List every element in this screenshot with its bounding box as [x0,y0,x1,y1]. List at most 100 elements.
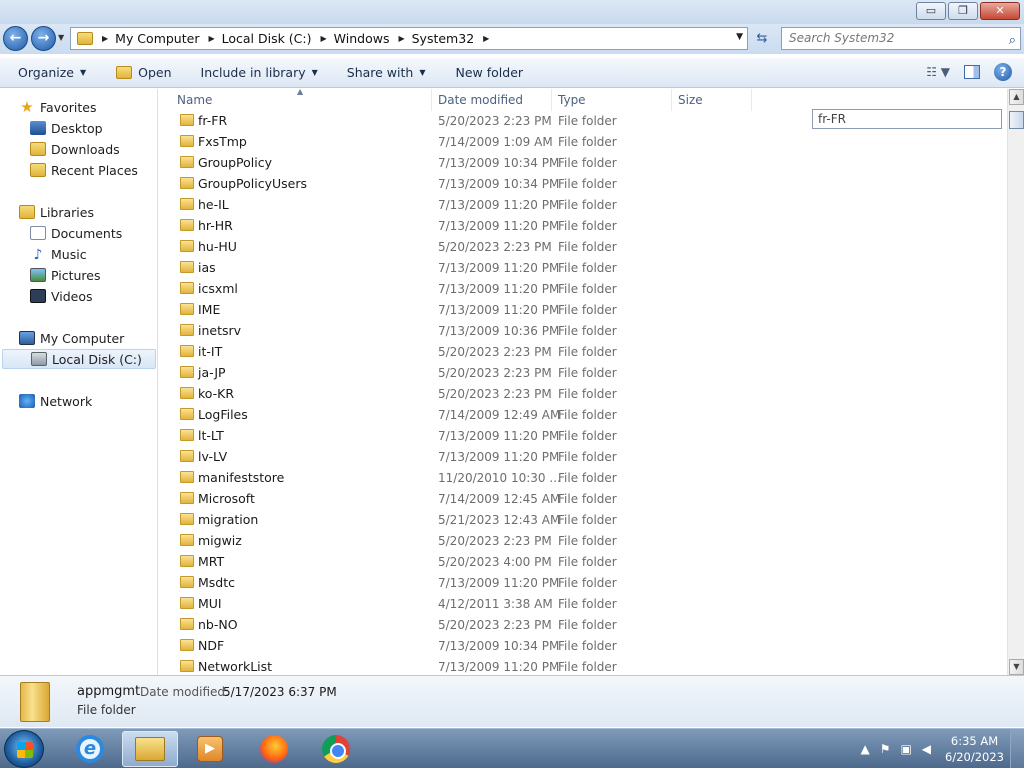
forward-button[interactable]: → [31,26,56,51]
breadcrumb-chevron-icon[interactable]: ▶ [102,34,108,43]
file-date-modified: 7/14/2009 1:09 AM [438,134,553,149]
table-row[interactable]: fr-FR 5/20/2023 2:23 PM File folder [159,110,759,131]
table-row[interactable]: it-IT 5/20/2023 2:23 PM File folder [159,341,759,362]
file-type: File folder [558,218,617,233]
table-row[interactable]: migration 5/21/2023 12:43 AM File folder [159,509,759,530]
table-row[interactable]: hr-HR 7/13/2009 11:20 PM File folder [159,215,759,236]
recent-pages-dropdown[interactable]: ▼ [58,33,64,42]
taskbar-windows-explorer[interactable] [122,731,178,767]
breadcrumb-my-computer[interactable]: My Computer ▶ [115,31,221,46]
volume-icon[interactable]: ◀ [922,742,931,756]
table-row[interactable]: GroupPolicy 7/13/2009 10:34 PM File folder [159,152,759,173]
nav-libraries[interactable]: Libraries [19,202,94,222]
table-row[interactable]: hu-HU 5/20/2023 2:23 PM File folder [159,236,759,257]
new-folder-button[interactable]: New folder [456,65,524,80]
open-button[interactable]: Open [116,65,172,80]
address-history-dropdown[interactable]: ▼ [736,32,743,42]
include-in-library-button[interactable]: Include in library ▼ [201,65,318,80]
search-input[interactable]: Search System32 ⌕ [781,27,1021,50]
folder-icon [180,618,194,630]
nav-videos[interactable]: Videos [30,286,93,306]
table-row[interactable]: NetworkList 7/13/2009 11:20 PM File folder [159,656,759,675]
taskbar-internet-explorer[interactable]: e [62,731,118,767]
folder-icon [180,450,194,462]
network-status-icon[interactable]: ▣ [900,742,911,756]
table-row[interactable]: lv-LV 7/13/2009 11:20 PM File folder [159,446,759,467]
breadcrumb-chevron-icon[interactable]: ▶ [321,34,327,43]
table-row[interactable]: icsxml 7/13/2009 11:20 PM File folder [159,278,759,299]
column-header-size[interactable]: Size [672,89,752,111]
nav-local-disk[interactable]: Local Disk (C:) [2,349,156,369]
breadcrumb-local-disk[interactable]: Local Disk (C:) ▶ [222,31,334,46]
column-header-name[interactable]: Name ▲ [159,89,432,111]
table-row[interactable]: inetsrv 7/13/2009 10:36 PM File folder [159,320,759,341]
refresh-button[interactable]: ⇆ [752,29,772,49]
start-button[interactable] [4,730,44,768]
change-view-button[interactable]: ☷ ▼ [926,65,950,79]
nav-music[interactable]: ♪ Music [30,244,87,264]
vertical-scrollbar[interactable]: ▲ ▼ [1007,89,1024,675]
breadcrumb-chevron-icon[interactable]: ▶ [398,34,404,43]
table-row[interactable]: ja-JP 5/20/2023 2:23 PM File folder [159,362,759,383]
table-row[interactable]: LogFiles 7/14/2009 12:49 AM File folder [159,404,759,425]
nav-network[interactable]: Network [19,391,92,411]
action-center-icon[interactable]: ⚑ [880,742,891,756]
table-row[interactable]: migwiz 5/20/2023 2:23 PM File folder [159,530,759,551]
back-button[interactable]: ← [3,26,28,51]
file-type: File folder [558,407,617,422]
scroll-down-button[interactable]: ▼ [1009,659,1024,675]
column-header-date-modified[interactable]: Date modified [432,89,552,111]
scroll-thumb[interactable] [1009,111,1024,129]
table-row[interactable]: FxsTmp 7/14/2009 1:09 AM File folder [159,131,759,152]
rename-field[interactable]: fr-FR [812,109,1002,129]
column-header-type[interactable]: Type [552,89,672,111]
search-icon[interactable]: ⌕ [1009,30,1016,51]
nav-my-computer[interactable]: My Computer [19,328,124,348]
table-row[interactable]: ias 7/13/2009 11:20 PM File folder [159,257,759,278]
table-row[interactable]: he-IL 7/13/2009 11:20 PM File folder [159,194,759,215]
table-row[interactable]: NDF 7/13/2009 10:34 PM File folder [159,635,759,656]
minimize-button[interactable]: ▭ [916,2,946,20]
nav-favorites[interactable]: ★ Favorites [19,97,96,117]
table-row[interactable]: nb-NO 5/20/2023 2:23 PM File folder [159,614,759,635]
show-desktop-button[interactable] [1010,729,1024,768]
breadcrumb-chevron-icon[interactable]: ▶ [483,34,489,43]
scroll-up-button[interactable]: ▲ [1009,89,1024,105]
organize-button[interactable]: Organize ▼ [18,65,86,80]
file-type: File folder [558,155,617,170]
breadcrumb-chevron-icon[interactable]: ▶ [208,34,214,43]
taskbar-chrome[interactable] [308,731,364,767]
show-hidden-icons-button[interactable]: ▲ [860,742,869,756]
table-row[interactable]: IME 7/13/2009 11:20 PM File folder [159,299,759,320]
file-type: File folder [558,197,617,212]
table-row[interactable]: GroupPolicyUsers 7/13/2009 10:34 PM File f… [159,173,759,194]
windows-logo-icon [17,742,33,758]
table-row[interactable]: ko-KR 5/20/2023 2:23 PM File folder [159,383,759,404]
nav-desktop[interactable]: Desktop [30,118,103,138]
table-row[interactable]: manifeststore 11/20/2010 10:30 ... File fo… [159,467,759,488]
table-row[interactable]: MRT 5/20/2023 4:00 PM File folder [159,551,759,572]
nav-recent-places[interactable]: Recent Places [30,160,138,180]
nav-pictures[interactable]: Pictures [30,265,101,285]
taskbar-firefox[interactable] [246,731,302,767]
share-with-button[interactable]: Share with ▼ [347,65,426,80]
preview-pane-icon[interactable] [964,65,980,79]
clock[interactable]: 6:35 AM 6/20/2023 [945,733,1004,765]
nav-downloads[interactable]: Downloads [30,139,120,159]
table-row[interactable]: Msdtc 7/13/2009 11:20 PM File folder [159,572,759,593]
table-row[interactable]: lt-LT 7/13/2009 11:20 PM File folder [159,425,759,446]
folder-icon [180,366,194,378]
table-row[interactable]: MUI 4/12/2011 3:38 AM File folder [159,593,759,614]
taskbar-media-player[interactable]: ▶ [182,731,238,767]
close-button[interactable]: ✕ [980,2,1020,20]
table-row[interactable]: Microsoft 7/14/2009 12:45 AM File folder [159,488,759,509]
breadcrumb-windows[interactable]: Windows ▶ [334,31,412,46]
nav-documents[interactable]: Documents [30,223,122,243]
file-date-modified: 5/20/2023 2:23 PM [438,533,552,548]
details-modified-label: Date modified: [140,685,230,699]
address-bar[interactable]: ▶ My Computer ▶ Local Disk (C:) ▶ Windows ▶… [70,27,748,50]
maximize-button[interactable]: ❐ [948,2,978,20]
file-date-modified: 7/14/2009 12:49 AM [438,407,561,422]
help-icon[interactable]: ? [994,63,1012,81]
breadcrumb-system32[interactable]: System32 ▶ [412,31,497,46]
